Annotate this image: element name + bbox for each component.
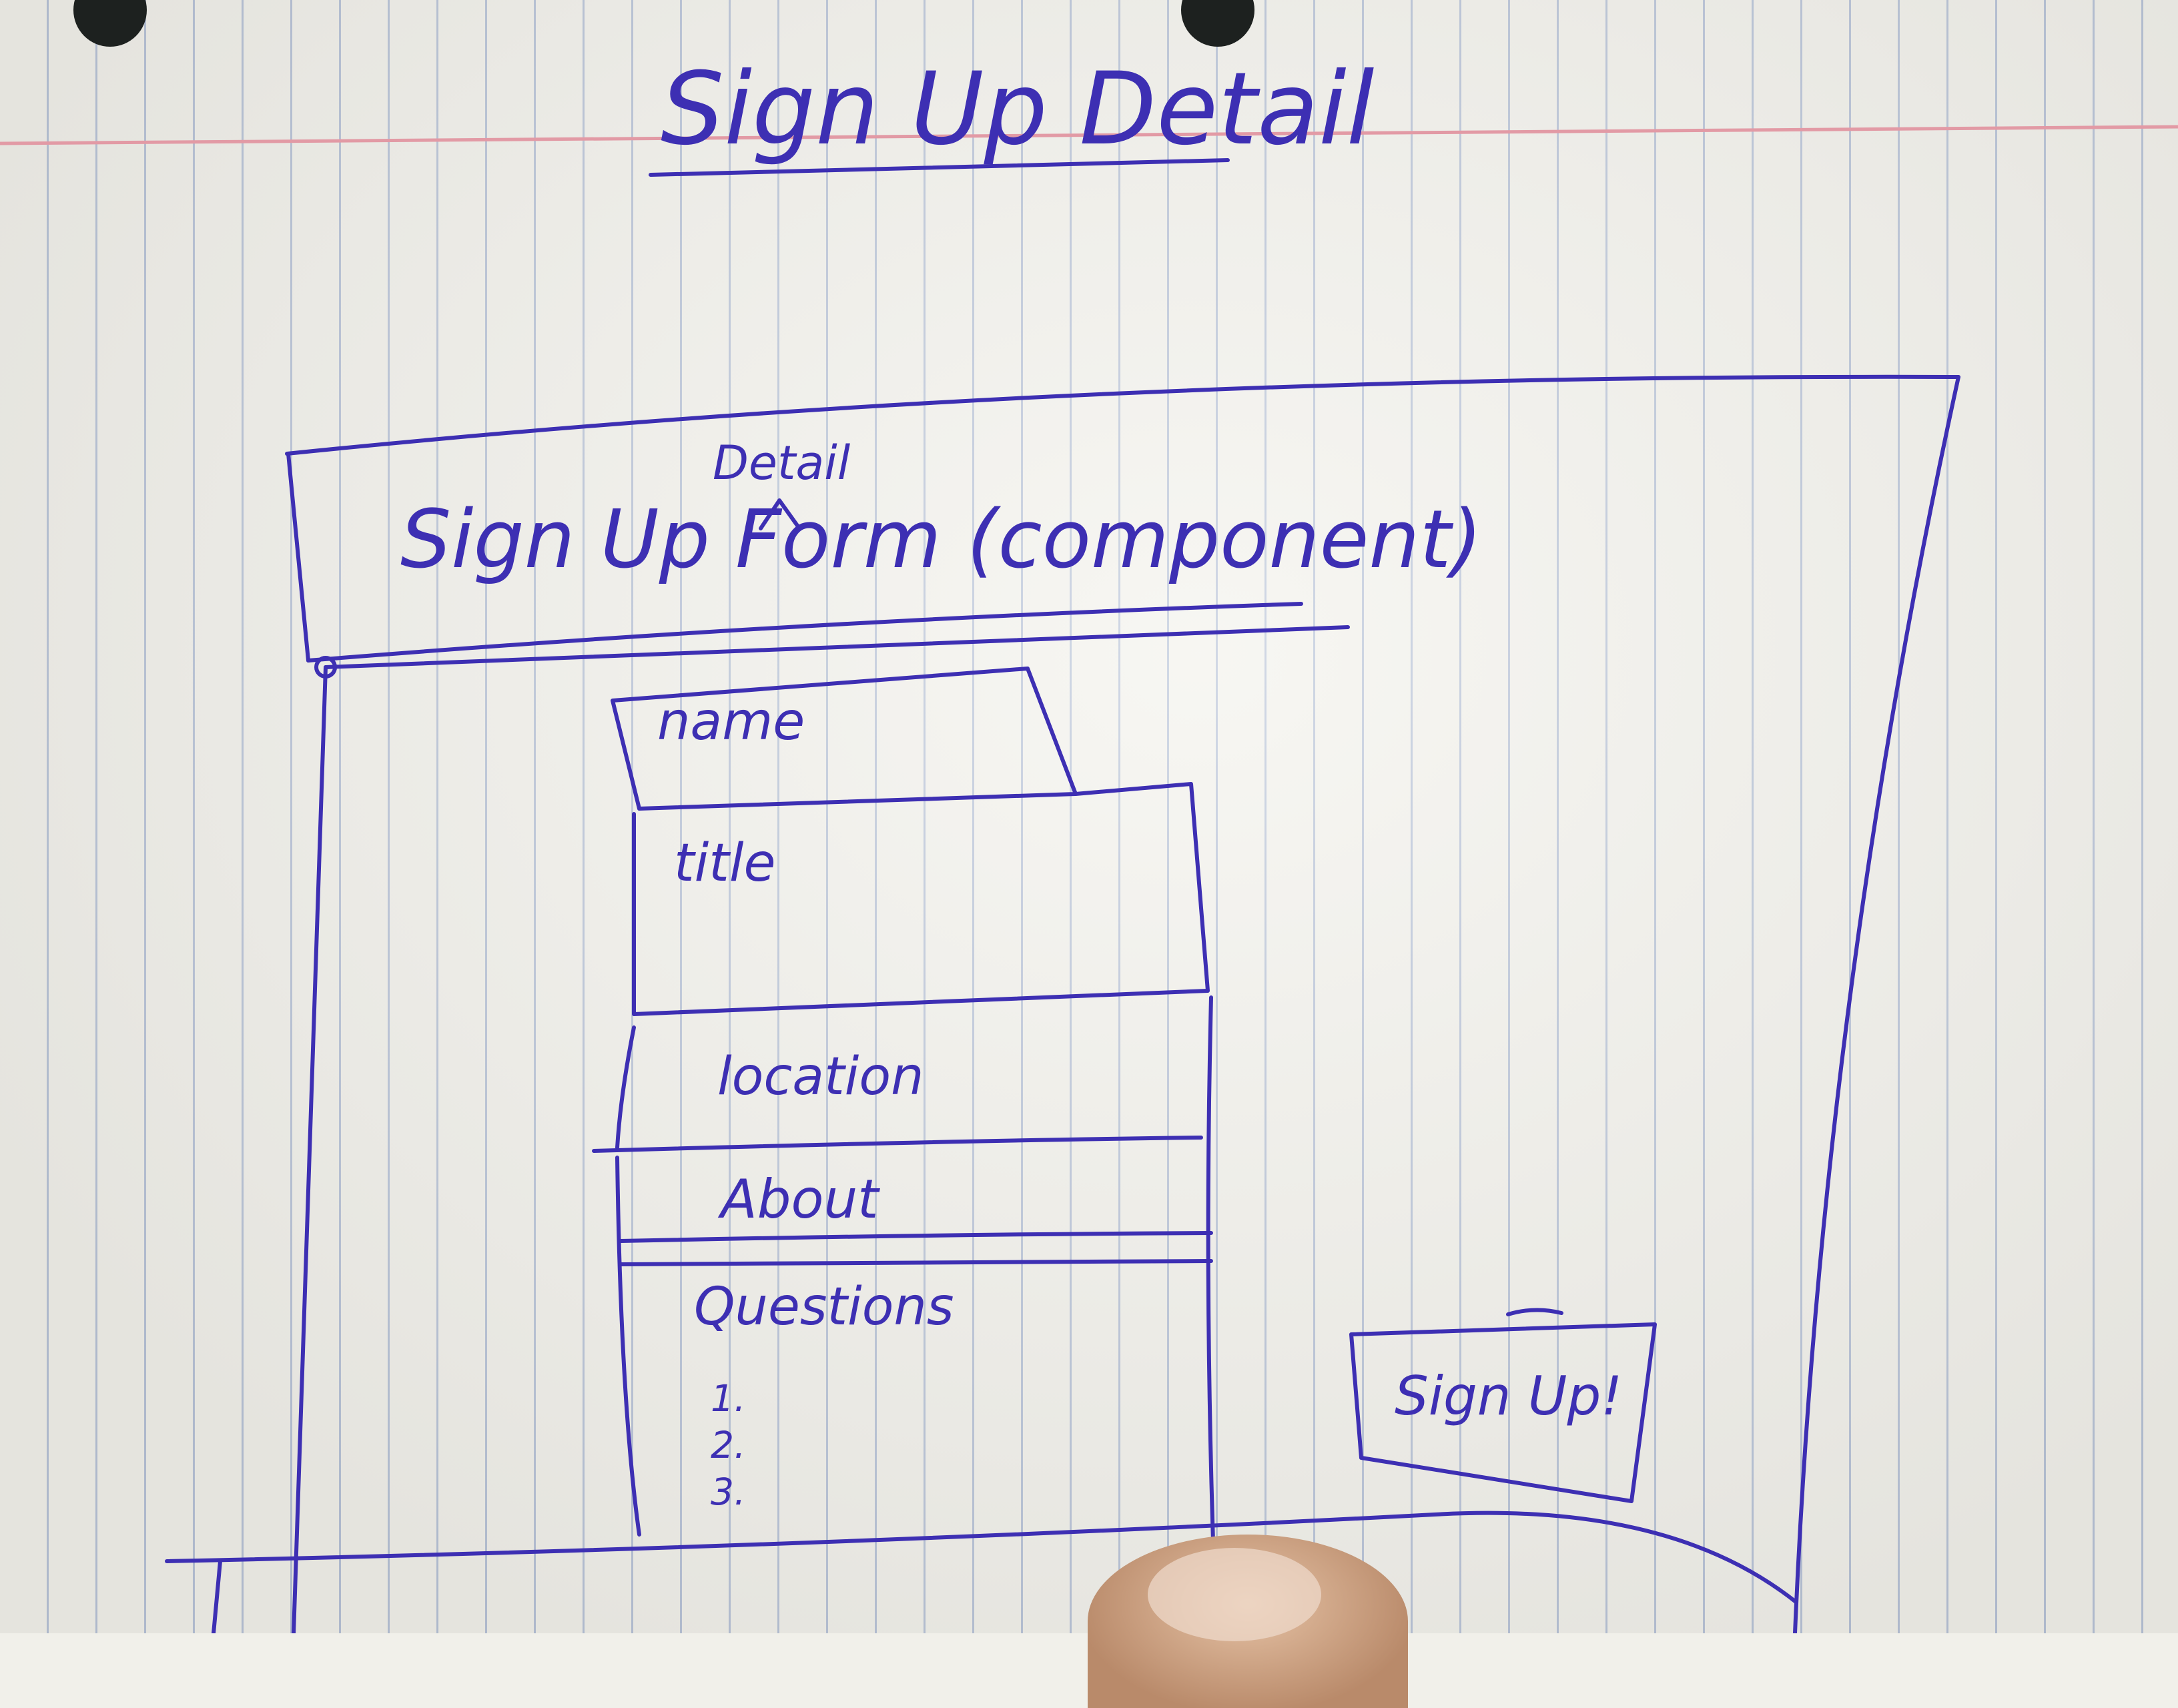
label-name: name [657,692,805,752]
page-title: Sign Up Detail [661,51,1374,167]
frame-right [1793,375,1960,1633]
about-bottom-line [619,1231,1213,1243]
label-location: location [717,1047,924,1107]
label-title: title [674,833,776,893]
stack-right-edge [1206,995,1215,1543]
header-left-edge [286,452,310,663]
frame-top [285,374,1960,456]
signup-button-mark [1506,1308,1563,1316]
stack-left-top [615,1025,636,1150]
question-3: 3. [711,1470,745,1513]
frame-bottom [165,1511,1797,1603]
question-1: 1. [711,1377,745,1420]
left-connector [292,665,328,1633]
question-2: 2. [711,1424,745,1466]
component-title: Sign Up Form (component) [400,494,1482,586]
title-box [632,782,1210,1016]
sketch-canvas: Sign Up Detail Detail Sign Up Form (comp… [0,51,2178,1633]
insert-word: Detail [713,436,851,490]
location-bottom-line [592,1136,1203,1153]
label-about: About [717,1168,880,1230]
header-underline [306,602,1303,663]
questions-top-line [619,1259,1213,1266]
signup-button-label: Sign Up! [1395,1365,1622,1427]
frame-left-tail [212,1559,222,1633]
stack-left-edge [615,1156,641,1537]
thumbnail-nail [1148,1548,1321,1641]
label-questions: Questions [694,1277,954,1337]
